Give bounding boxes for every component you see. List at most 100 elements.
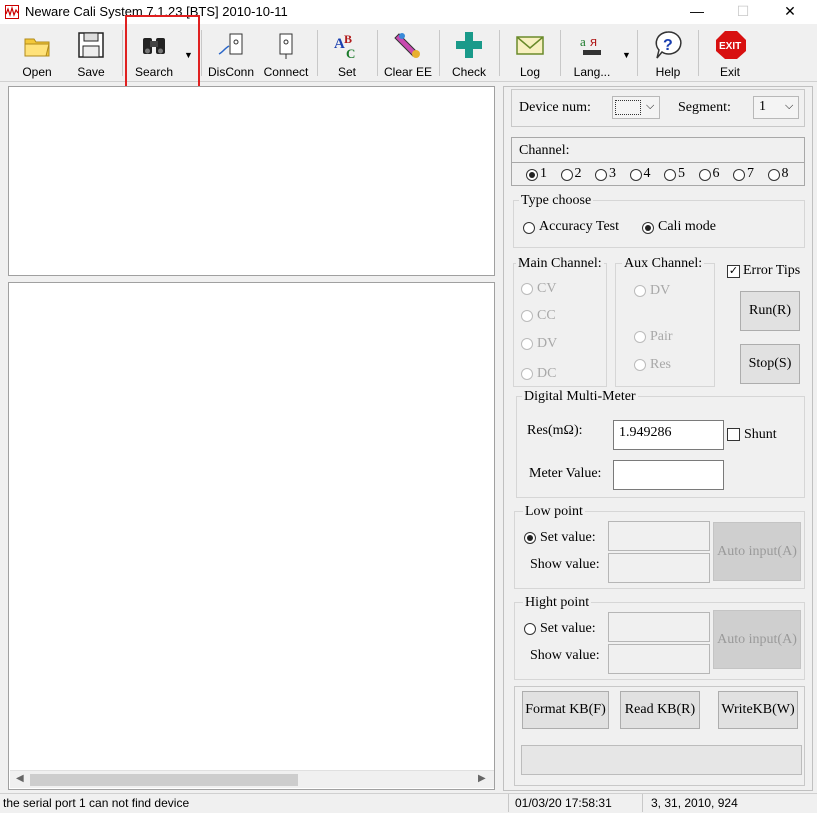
set-label: Set	[337, 65, 356, 79]
aux-res-label: Res	[650, 357, 671, 372]
shunt-checkbox[interactable]: Shunt	[727, 427, 807, 445]
cali-mode-radio[interactable]: Cali mode	[642, 219, 732, 237]
stop-button[interactable]: Stop(S)	[740, 344, 800, 384]
toolbar-separator	[317, 30, 318, 76]
device-num-value	[615, 100, 641, 115]
low-point-title: Low point	[523, 504, 585, 520]
status-version: 3, 31, 2010, 924	[651, 796, 738, 810]
open-label: Open	[22, 65, 52, 79]
device-num-label: Device num:	[519, 100, 591, 115]
channel-radio-4[interactable]: 4	[629, 166, 660, 183]
minimize-button[interactable]: —	[674, 0, 720, 24]
shunt-label: Shunt	[744, 427, 777, 442]
channel-radio-5[interactable]: 5	[664, 166, 694, 183]
main-cv-radio[interactable]: CV	[521, 281, 581, 299]
upper-output-pane[interactable]	[8, 86, 495, 276]
format-kb-button[interactable]: Format KB(F)	[522, 691, 609, 729]
set-button[interactable]: ABC Set	[322, 26, 372, 80]
scrollbar-thumb[interactable]	[30, 774, 298, 786]
device-num-combo[interactable]: ⌵	[612, 96, 660, 119]
low-set-value-radio[interactable]: Set value:	[524, 530, 614, 548]
high-set-value-label: Set value:	[540, 621, 596, 636]
res-input[interactable]: 1.949286	[613, 420, 724, 450]
disconnect-button[interactable]: DisConn	[205, 26, 257, 80]
aux-pair-label: Pair	[650, 329, 673, 344]
channel-radio-8[interactable]: 8	[767, 166, 798, 183]
high-point-title: Hight point	[523, 595, 592, 611]
plug-connect-icon	[271, 30, 301, 60]
check-button[interactable]: Check	[444, 26, 494, 80]
write-kb-button[interactable]: WriteKB(W)	[718, 691, 798, 729]
check-mark-icon: ✓	[727, 265, 740, 278]
run-button[interactable]: Run(R)	[740, 291, 800, 331]
low-show-value-input[interactable]	[608, 553, 710, 583]
aux-pair-radio[interactable]: Pair	[634, 329, 694, 347]
high-auto-input-button[interactable]: Auto input(A)	[713, 610, 801, 669]
scroll-left-arrow-icon[interactable]: ◀	[16, 773, 24, 784]
error-tips-label: Error Tips	[743, 263, 801, 278]
plug-disconnect-icon	[216, 30, 246, 60]
open-button[interactable]: Open	[12, 26, 62, 80]
main-dc-radio-circle	[521, 368, 533, 380]
app-icon	[5, 5, 19, 19]
high-set-value-radio[interactable]: Set value:	[524, 621, 614, 639]
channel-title: Channel:	[519, 143, 570, 158]
plus-cross-icon	[454, 30, 484, 60]
main-channel-group: Main Channel: CV CC DV DC	[513, 256, 607, 387]
clear-ee-button[interactable]: Clear EE	[381, 26, 435, 80]
segment-combo[interactable]: 1 ⌵	[753, 96, 799, 119]
main-cc-radio[interactable]: CC	[521, 308, 581, 326]
exit-button[interactable]: EXIT Exit	[705, 26, 755, 80]
channel-radio-circle	[767, 169, 780, 181]
main-dc-radio[interactable]: DC	[521, 366, 581, 384]
dmm-group: Digital Multi-Meter Res(mΩ): 1.949286 Sh…	[516, 389, 807, 498]
log-button[interactable]: Log	[505, 26, 555, 80]
language-button[interactable]: aя Lang...	[566, 26, 618, 80]
channel-radio-label: 1	[540, 166, 547, 181]
channel-radio-6[interactable]: 6	[698, 166, 729, 183]
help-button[interactable]: ? Help	[643, 26, 693, 80]
accuracy-test-label: Accuracy Test	[539, 219, 620, 234]
connect-button[interactable]: Connect	[260, 26, 312, 80]
channel-radio-circle	[733, 169, 745, 181]
svg-text:EXIT: EXIT	[719, 41, 741, 52]
toolbar-separator	[637, 30, 638, 76]
main-dc-label: DC	[537, 366, 557, 381]
error-tips-checkbox[interactable]: ✓ Error Tips	[726, 263, 806, 281]
main-cc-label: CC	[537, 308, 556, 323]
accuracy-test-radio[interactable]: Accuracy Test	[523, 219, 633, 237]
aux-channel-title: Aux Channel:	[622, 256, 705, 272]
channel-radio-2[interactable]: 2	[560, 166, 591, 183]
language-dropdown-arrow-icon[interactable]: ▼	[622, 50, 631, 60]
save-button[interactable]: Save	[66, 26, 116, 80]
aux-channel-group: Aux Channel: DV Pair Res	[615, 256, 715, 387]
aux-dv-radio[interactable]: DV	[634, 283, 694, 301]
scroll-right-arrow-icon[interactable]: ▶	[478, 773, 486, 784]
channel-radio-7[interactable]: 7	[733, 166, 763, 183]
main-dv-radio[interactable]: DV	[521, 336, 581, 354]
horizontal-scrollbar[interactable]: ◀ ▶	[10, 770, 494, 788]
low-set-value-input[interactable]	[608, 521, 710, 551]
low-show-value-label: Show value:	[530, 557, 600, 572]
meter-value-input[interactable]	[613, 460, 724, 490]
low-auto-input-button[interactable]: Auto input(A)	[713, 522, 801, 581]
read-kb-button[interactable]: Read KB(R)	[620, 691, 700, 729]
high-show-value-input[interactable]	[608, 644, 710, 674]
status-divider	[642, 794, 643, 812]
maximize-button[interactable]: ☐	[720, 0, 766, 24]
meter-value-label: Meter Value:	[529, 466, 602, 481]
aux-res-radio[interactable]: Res	[634, 357, 694, 375]
channel-radio-3[interactable]: 3	[595, 166, 625, 183]
channel-radio-label: 6	[712, 166, 720, 181]
channel-radio-1[interactable]: 1	[526, 166, 556, 183]
close-button[interactable]: ✕	[767, 0, 813, 24]
high-set-value-input[interactable]	[608, 612, 710, 642]
status-message: the serial port 1 can not find device	[3, 796, 190, 810]
svg-text:C: C	[346, 46, 355, 60]
connect-label: Connect	[263, 65, 309, 79]
channel-radio-label: 3	[609, 166, 616, 181]
status-divider	[508, 794, 509, 812]
high-set-value-radio-circle	[524, 623, 536, 635]
disconnect-label: DisConn	[207, 65, 255, 79]
lower-output-pane[interactable]	[8, 282, 495, 790]
